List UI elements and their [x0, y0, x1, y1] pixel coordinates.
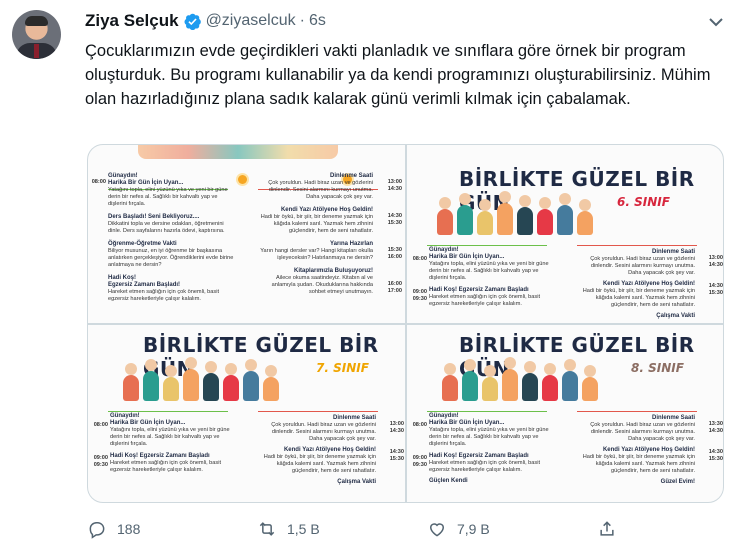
grade-label: 7. SINIF	[316, 361, 369, 375]
caret-down-icon[interactable]	[704, 10, 728, 34]
schedule-banner: BİRLİKTE GÜZEL BİR GÜN 7. SINIF	[88, 325, 405, 417]
divider	[577, 245, 697, 246]
schedule-subheading: Egzersiz Zamanı Başladı!	[108, 282, 181, 288]
kids-strip	[138, 145, 338, 159]
sun-icon	[238, 175, 247, 184]
kids-illustration	[437, 189, 627, 235]
schedule-heading: Kitaplarımızla Buluşuyoruz!	[293, 268, 373, 274]
kids-illustration	[442, 355, 632, 401]
divider	[258, 411, 378, 412]
divider	[577, 411, 697, 412]
schedule-right: Dinlenme Saati Çok yoruldun. Hadi biraz …	[258, 173, 373, 296]
share-button[interactable]	[597, 515, 617, 543]
schedule-times-left: 08:00 09:00 09:30	[93, 422, 108, 468]
schedule-heading: Yarına Hazırlan	[329, 241, 373, 247]
author-avatar[interactable]	[12, 10, 61, 59]
schedule-right: Dinlenme Saati Çok yoruldun. Hadi biraz …	[582, 415, 695, 485]
media-image-1[interactable]: Günaydın! Harika Bir Gün İçin Uyan... Ya…	[88, 145, 405, 323]
like-count: 7,9 B	[457, 521, 490, 537]
schedule-desc: Hadi bir öykü, bir şiir, bir deneme yazm…	[260, 214, 373, 234]
media-image-3[interactable]: BİRLİKTE GÜZEL BİR GÜN 7. SINIF Günaydın…	[88, 325, 405, 502]
retweet-icon	[259, 522, 275, 536]
reply-icon	[89, 522, 105, 539]
schedule-desc: Ailece okuma saatindeyiz. Kitabın al ve …	[271, 275, 373, 295]
tweet-actions: 188 1,5 B 7,9 B	[87, 515, 627, 543]
avatar-hair	[25, 16, 48, 26]
schedule-times-right: 13:00 14:30 14:30 15:30	[708, 255, 723, 296]
avatar-tie	[34, 44, 39, 58]
kids-illustration	[123, 355, 313, 401]
reply-count: 188	[117, 521, 141, 537]
reply-button[interactable]: 188	[87, 515, 140, 543]
media-grid[interactable]: Günaydın! Harika Bir Gün İçin Uyan... Ya…	[87, 144, 724, 503]
schedule-subheading: Harika Bir Gün İçin Uyan...	[108, 180, 184, 186]
schedule-desc: Dikkatini topla ve dersine odaklan, öğre…	[108, 221, 225, 234]
schedule-left: Günaydın! Harika Bir Gün İçin Uyan... Ya…	[108, 173, 236, 303]
schedule-heading: Günaydın!	[108, 173, 138, 179]
schedule-desc: Biliyor musunuz, en iyi öğrenme bir başk…	[108, 248, 234, 268]
author-handle[interactable]: @ziyaselcuk	[206, 12, 296, 30]
schedule-times-right: 13:00 14:30 14:30 15:30 15:30 16:00 16:0…	[387, 179, 402, 294]
like-icon	[429, 523, 445, 537]
divider	[427, 411, 547, 412]
divider	[427, 245, 547, 246]
tweet-time[interactable]: 6s	[309, 12, 326, 30]
media-image-4[interactable]: BİRLİKTE GÜZEL BİR GÜN 8. SINIF Günaydın…	[407, 325, 723, 502]
divider	[108, 411, 228, 412]
schedule-heading: Hadi Koş!	[108, 275, 137, 281]
grade-label: 8. SINIF	[631, 361, 684, 375]
share-icon	[600, 521, 614, 536]
schedule-left: Günaydın! Harika Bir Gün İçin Uyan... Ya…	[429, 413, 549, 484]
schedule-desc: Yarın hangi dersler var? Hangi kitapları…	[260, 248, 373, 261]
schedule-desc: Hareket etmen sağlığın için çok önemli, …	[108, 289, 219, 302]
media-image-2[interactable]: BİRLİKTE GÜZEL BİR GÜN 6. SINIF Günaydın…	[407, 145, 723, 323]
schedule-heading: Öğrenme-Öğretme Vakti	[108, 241, 177, 247]
schedule-desc: Çok yoruldun. Hadi biraz uzan ve gözleri…	[268, 180, 373, 200]
tweet-text: Çocuklarımızın evde geçirdikleri vakti p…	[85, 42, 711, 108]
schedule-desc: Yatağını topla, elini yüzünü yıka ve yen…	[108, 187, 228, 207]
like-button[interactable]: 7,9 B	[427, 515, 490, 543]
schedule-left: Günaydın! Harika Bir Gün İçin Uyan... Ya…	[110, 413, 230, 473]
tweet-header: Ziya Selçuk @ziyaselcuk · 6s	[85, 10, 326, 32]
verified-badge-icon	[184, 13, 201, 30]
schedule-times-right: 13:00 14:30 14:30 15:30	[389, 421, 404, 462]
schedule-right: Dinlenme Saati Çok yoruldun. Hadi biraz …	[263, 415, 376, 485]
schedule-times-left: 08:00 09:00 09:30	[412, 256, 427, 302]
schedule-heading: Kendi Yazı Atölyene Hoş Geldin!	[280, 207, 373, 213]
schedule-banner: BİRLİKTE GÜZEL BİR GÜN 6. SINIF	[407, 145, 723, 237]
header-separator: ·	[299, 12, 305, 29]
schedule-heading: Dinlenme Saati	[329, 173, 373, 179]
schedule-times-right: 13:30 14:30 14:30 15:30	[708, 421, 723, 462]
author-name[interactable]: Ziya Selçuk	[85, 11, 179, 31]
schedule-banner: BİRLİKTE GÜZEL BİR GÜN 8. SINIF	[407, 325, 723, 417]
schedule-left: Günaydın! Harika Bir Gün İçin Uyan... Ya…	[429, 247, 549, 307]
schedule-right: Dinlenme Saati Çok yoruldun. Hadi biraz …	[582, 249, 695, 319]
retweet-button[interactable]: 1,5 B	[257, 515, 320, 543]
schedule-heading: Ders Başladı! Seni Bekliyoruz....	[108, 214, 200, 220]
schedule-times-left: 08:00 09:00 09:30	[412, 422, 427, 468]
retweet-count: 1,5 B	[287, 521, 320, 537]
schedule-times-left: 08:00	[91, 179, 106, 185]
